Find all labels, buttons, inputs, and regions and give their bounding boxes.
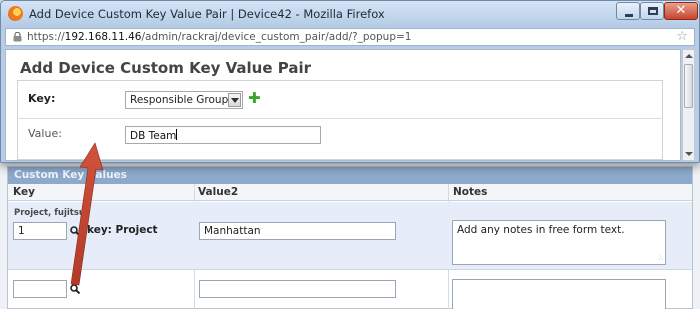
key-id-input[interactable]: 1: [13, 222, 67, 240]
new-value2-input[interactable]: [199, 280, 396, 298]
lookup-magnifier-icon[interactable]: [70, 284, 80, 294]
url-text: https://192.168.11.46/admin/rackraj/devi…: [27, 31, 411, 43]
scrollbar-thumb[interactable]: [684, 64, 693, 108]
close-button[interactable]: ✕: [664, 2, 698, 20]
resize-grip-icon[interactable]: ∴: [659, 254, 664, 262]
firefox-icon: [8, 6, 23, 21]
new-key-id-input[interactable]: [13, 280, 67, 298]
notes-text: Add any notes in free form text.: [457, 224, 625, 236]
table-caption: Custom Key Values: [8, 167, 692, 184]
key-value-form: Key: Responsible Group ✚ Value: DB Team: [17, 80, 663, 160]
column-header-notes: Notes: [453, 186, 488, 198]
table-row: Project, fujitsu 1 key: Project Manhatta…: [8, 202, 692, 270]
title-bar: Add Device Custom Key Value Pair | Devic…: [1, 1, 699, 27]
minimize-button[interactable]: [616, 2, 640, 20]
table-header-row: Key Value2 Notes: [8, 184, 692, 201]
chevron-down-icon[interactable]: [228, 93, 241, 107]
form-divider: [18, 118, 662, 119]
address-bar[interactable]: https://192.168.11.46/admin/rackraj/devi…: [5, 28, 695, 46]
bookmark-star-icon[interactable]: ☆: [676, 29, 688, 44]
row-object-label: Project, fujitsu: [14, 208, 85, 218]
minimize-icon: [625, 14, 633, 17]
vertical-scrollbar[interactable]: [682, 49, 695, 161]
key-select-value: Responsible Group: [130, 94, 229, 106]
value-label: Value:: [28, 127, 62, 140]
key-name-text: key: Project: [87, 224, 158, 236]
text-caret: [176, 129, 178, 140]
popup-content: Add Device Custom Key Value Pair Key: Re…: [5, 49, 681, 161]
url-host: 192.168.11.46: [64, 31, 142, 43]
new-notes-textarea[interactable]: [452, 279, 666, 309]
scroll-down-arrow-icon[interactable]: [683, 148, 694, 160]
window-title: Add Device Custom Key Value Pair | Devic…: [29, 7, 385, 21]
url-scheme: https://: [27, 31, 65, 43]
value-input[interactable]: DB Team: [125, 126, 321, 144]
key-select[interactable]: Responsible Group: [125, 91, 243, 109]
lock-icon: [13, 32, 22, 42]
popup-window: Add Device Custom Key Value Pair | Devic…: [0, 0, 700, 163]
page-title: Add Device Custom Key Value Pair: [20, 59, 311, 77]
close-icon: ✕: [675, 3, 687, 18]
column-header-value2: Value2: [198, 186, 239, 198]
url-path: /admin/rackraj/device_custom_pair/add/?_…: [141, 31, 412, 43]
maximize-icon: [648, 7, 658, 15]
maximize-button[interactable]: [640, 2, 664, 20]
value-input-text: DB Team: [130, 130, 177, 142]
column-header-key: Key: [13, 186, 35, 198]
add-key-plus-icon[interactable]: ✚: [248, 90, 261, 106]
key-label: Key:: [28, 92, 56, 105]
scroll-up-arrow-icon[interactable]: [683, 50, 694, 62]
lookup-magnifier-icon[interactable]: [70, 226, 80, 236]
value2-input[interactable]: Manhattan: [199, 222, 396, 240]
custom-key-values-table: Custom Key Values Key Value2 Notes Proje…: [7, 166, 693, 309]
notes-textarea[interactable]: Add any notes in free form text. ∴: [452, 220, 666, 265]
